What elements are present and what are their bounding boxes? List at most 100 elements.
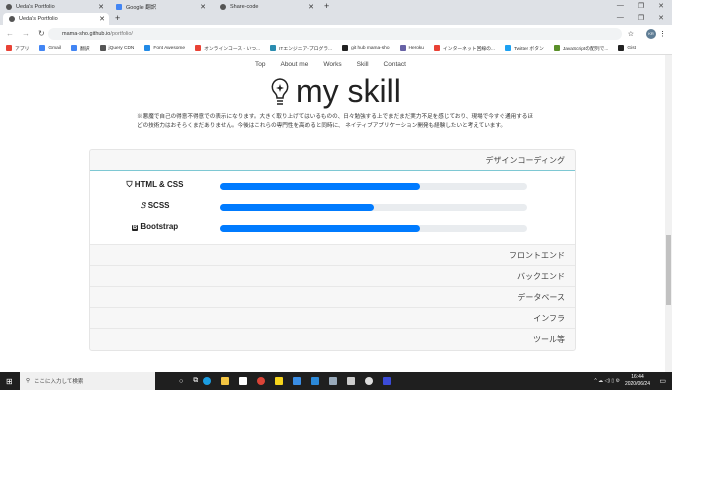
paint-icon[interactable] bbox=[329, 377, 338, 385]
star-icon[interactable]: ☆ bbox=[628, 30, 634, 38]
windows-start-icon[interactable]: ⊞ bbox=[6, 377, 13, 386]
close-icon[interactable]: ✕ bbox=[98, 3, 104, 11]
section-frontend[interactable]: フロントエンド bbox=[90, 245, 575, 266]
design-coding-panel: ⛉ HTML & CSS Ꮥ SCSS B Bootstrap bbox=[90, 171, 575, 245]
minimize-button[interactable]: — bbox=[617, 14, 624, 22]
new-tab-button[interactable]: + bbox=[324, 1, 329, 11]
skill-row-html-css: ⛉ HTML & CSS bbox=[90, 180, 575, 192]
task-view-icon[interactable]: ⧉ bbox=[193, 377, 198, 385]
section-infra[interactable]: インフラ bbox=[90, 308, 575, 329]
globe-icon bbox=[6, 4, 12, 10]
system-tray-icons[interactable]: ^ ☁ ◁) ▯ ⚙ bbox=[594, 378, 620, 384]
nav-top[interactable]: Top bbox=[255, 61, 265, 68]
app-icon[interactable] bbox=[365, 377, 374, 385]
globe-icon bbox=[9, 16, 15, 22]
bookmark-item[interactable]: Heroku bbox=[399, 45, 424, 51]
bookmark-label: Gmail bbox=[48, 45, 61, 51]
bookmark-label: 翻訳 bbox=[79, 46, 90, 52]
calendar-icon[interactable] bbox=[293, 377, 302, 385]
edge-icon[interactable] bbox=[203, 377, 212, 385]
new-tab-button[interactable]: + bbox=[115, 13, 120, 23]
bookmark-item[interactable]: jQuery CDN bbox=[99, 45, 134, 51]
reload-button[interactable]: ↻ bbox=[38, 29, 48, 38]
skill-name: Bootstrap bbox=[140, 222, 179, 231]
bookmark-icon bbox=[618, 45, 625, 51]
restore-button[interactable]: ❐ bbox=[638, 2, 644, 10]
taskbar: ⊞ ⚲ ここに入力して検索 ○ ⧉ ^ ☁ ◁) ▯ ⚙ 16:44 2020/06… bbox=[0, 372, 672, 390]
section-database[interactable]: データベース bbox=[90, 287, 575, 308]
clock[interactable]: 16:44 2020/06/24 bbox=[625, 374, 650, 388]
url-input[interactable]: mama-sho.github.io/portfolio/ bbox=[48, 27, 622, 40]
bookmark-item[interactable]: オンラインコース - いつ... bbox=[195, 45, 260, 52]
mail-icon[interactable] bbox=[311, 377, 320, 385]
skill-row-scss: Ꮥ SCSS bbox=[90, 201, 575, 213]
scrollbar-thumb[interactable] bbox=[666, 235, 671, 305]
close-button[interactable]: ✕ bbox=[658, 14, 664, 22]
avatar[interactable]: KR bbox=[646, 28, 656, 39]
tab-portfolio-1[interactable]: Ueda's Portfolio ✕ bbox=[0, 1, 108, 13]
lightbulb-icon bbox=[271, 77, 289, 105]
bookmark-item[interactable]: アプリ bbox=[6, 45, 29, 52]
skill-label: B Bootstrap bbox=[110, 222, 200, 231]
forward-button[interactable]: → bbox=[22, 29, 32, 38]
bookmark-item[interactable]: Twitter ボタン bbox=[504, 45, 544, 52]
window-controls: — ❐ ✕ bbox=[617, 2, 664, 10]
url-path: /portfolio/ bbox=[110, 30, 133, 37]
bookmark-label: Twitter ボタン bbox=[513, 46, 544, 52]
nav-skill[interactable]: Skill bbox=[357, 61, 369, 68]
bookmark-item[interactable]: ITエンジニア-プログラ... bbox=[270, 45, 332, 52]
close-button[interactable]: ✕ bbox=[658, 2, 664, 10]
bookmark-label: ITエンジニア-プログラ... bbox=[279, 46, 333, 52]
progress-fill bbox=[220, 204, 374, 211]
window-controls-inner: — ❐ ✕ bbox=[617, 14, 664, 22]
tab-portfolio-active[interactable]: Ueda's Portfolio ✕ bbox=[3, 13, 109, 25]
browser-window: Ueda's Portfolio ✕ Google 翻訳 ✕ Share-code ✕… bbox=[0, 0, 672, 390]
site-nav: Top About me Works Skill Contact bbox=[255, 61, 406, 68]
tab-google-translate[interactable]: Google 翻訳 ✕ bbox=[110, 1, 210, 13]
section-tools[interactable]: ツール等 bbox=[90, 329, 575, 350]
restore-button[interactable]: ❐ bbox=[638, 14, 644, 22]
progress-fill bbox=[220, 183, 420, 190]
notification-icon[interactable]: ▭ bbox=[659, 377, 666, 385]
menu-icon[interactable]: ⋮ bbox=[659, 30, 666, 38]
skill-name: HTML & CSS bbox=[134, 180, 184, 189]
sass-icon: Ꮥ bbox=[140, 201, 148, 210]
bookmark-item[interactable]: Gmail bbox=[39, 45, 61, 51]
sticky-notes-icon[interactable] bbox=[275, 377, 284, 385]
bookmark-item[interactable]: インターネット回線の... bbox=[433, 45, 495, 52]
bookmark-item[interactable]: JavaScriptの配列で... bbox=[553, 45, 608, 52]
cortana-icon[interactable]: ○ bbox=[179, 378, 183, 385]
section-design-coding[interactable]: デザインコーディング bbox=[90, 150, 575, 171]
address-bar: ← → ↻ mama-sho.github.io/portfolio/ ☆ KR… bbox=[0, 25, 672, 42]
title-text: my skill bbox=[296, 73, 401, 109]
back-button[interactable]: ← bbox=[6, 29, 16, 38]
powershell-icon[interactable] bbox=[383, 377, 392, 385]
printer-icon[interactable] bbox=[347, 377, 356, 385]
nav-about-me[interactable]: About me bbox=[280, 61, 308, 68]
bookmark-item[interactable]: 翻訳 bbox=[70, 45, 90, 52]
bookmark-item[interactable]: git hub mama-sho bbox=[342, 45, 390, 51]
chrome-icon[interactable] bbox=[257, 377, 266, 385]
close-icon[interactable]: ✕ bbox=[99, 15, 105, 23]
close-icon[interactable]: ✕ bbox=[308, 3, 314, 11]
minimize-button[interactable]: — bbox=[617, 2, 624, 10]
bookmark-icon bbox=[433, 45, 440, 51]
nav-works[interactable]: Works bbox=[323, 61, 341, 68]
search-icon: ⚲ bbox=[26, 378, 31, 384]
bookmark-item[interactable]: Font Awesome bbox=[144, 45, 185, 51]
bookmark-label: git hub mama-sho bbox=[351, 45, 390, 51]
section-backend[interactable]: バックエンド bbox=[90, 266, 575, 287]
store-icon[interactable] bbox=[239, 377, 248, 385]
clock-time: 16:44 bbox=[631, 374, 644, 380]
scrollbar[interactable] bbox=[665, 55, 672, 372]
close-icon[interactable]: ✕ bbox=[200, 3, 206, 11]
tab-share-code[interactable]: Share-code ✕ bbox=[214, 1, 318, 13]
tab-label: Google 翻訳 bbox=[126, 5, 157, 11]
bookmark-label: Font Awesome bbox=[153, 45, 186, 51]
tab-bar: Ueda's Portfolio ✕ Google 翻訳 ✕ Share-code ✕… bbox=[0, 0, 672, 25]
explorer-icon[interactable] bbox=[221, 377, 230, 385]
taskbar-search[interactable]: ⚲ ここに入力して検索 bbox=[20, 372, 155, 390]
bookmark-item[interactable]: Gist bbox=[618, 45, 636, 51]
skill-note: ※悪魔で自己の得意不得意での表示になります。大きく取り上げてはいるものの、日々勉… bbox=[137, 114, 533, 129]
nav-contact[interactable]: Contact bbox=[384, 61, 406, 68]
